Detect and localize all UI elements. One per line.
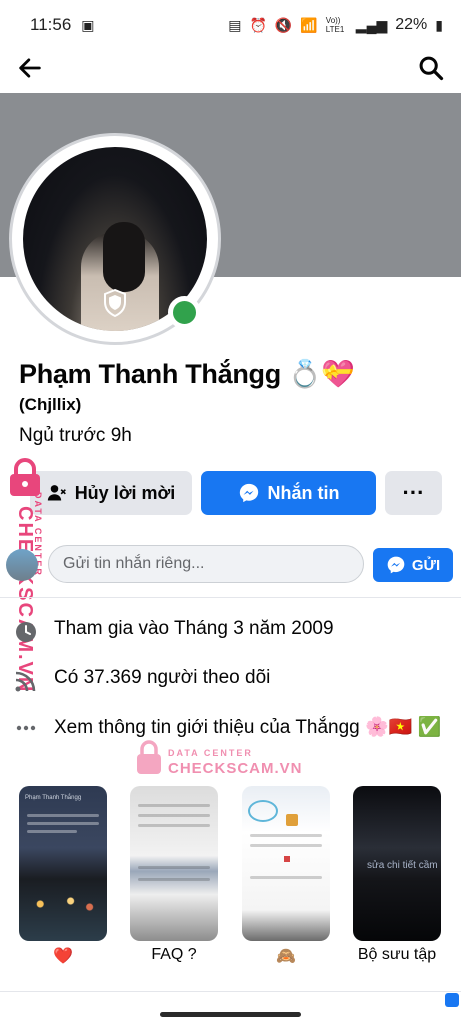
profile-name: Phạm Thanh Thắngg 💍💝: [19, 359, 355, 389]
message-placeholder: Gửi tin nhắn riêng...: [63, 555, 205, 572]
messenger-icon: [239, 483, 258, 503]
more-dots-icon: ···: [402, 480, 425, 505]
lock-watermark-mid-icon: [137, 740, 161, 774]
featured-story-3[interactable]: [242, 786, 330, 941]
story-overlay-text: sửa chi tiết cầm: [367, 860, 438, 871]
gallery-notification-icon: ▣: [81, 16, 95, 33]
more-horizontal-icon: [12, 714, 40, 742]
bottom-divider: [0, 991, 461, 992]
mute-icon: 🔇: [274, 16, 293, 33]
watermark-big-text: CHECKSCAM.VN: [14, 506, 36, 694]
section-divider: [0, 597, 461, 598]
send-message-button[interactable]: GỬI: [373, 548, 453, 582]
online-status-dot: [168, 296, 201, 329]
featured-story-4[interactable]: sửa chi tiết cầm: [353, 786, 441, 941]
status-bar: 11:56 ▣ ▤ ⏰ 🔇 📶 Vo)) LTE1 ▂▄▆ 22% ▮: [0, 0, 461, 50]
checkscam-watermark-middle: DATA CENTER CHECKSCAM.VN: [136, 740, 302, 780]
story-post-title: Phạm Thanh Thắngg: [25, 795, 82, 801]
clock-icon: [12, 618, 40, 646]
my-avatar: [6, 549, 38, 581]
cancel-request-label: Hủy lời mời: [74, 482, 176, 503]
signal-icon: ▂▄▆: [355, 16, 388, 33]
featured-story-2[interactable]: [130, 786, 218, 941]
story-label-2: FAQ ?: [151, 946, 197, 963]
status-icons: ▤ ⏰ 🔇 📶 Vo)) LTE1 ▂▄▆ 22% ▮: [228, 16, 443, 34]
private-message-input[interactable]: Gửi tin nhắn riêng...: [48, 545, 364, 583]
cancel-friend-request-button[interactable]: Hủy lời mời: [30, 471, 192, 515]
rss-followers-icon: [12, 667, 40, 695]
network-label: Vo)) LTE1: [325, 16, 345, 34]
profile-nickname: (Chjllix): [19, 395, 82, 414]
story-label-3: 🙈: [276, 948, 296, 965]
alarm-icon: ⏰: [249, 16, 267, 33]
send-label: GỬI: [411, 556, 441, 574]
story-label-4: Bộ sưu tập: [357, 946, 437, 963]
watermark-mid-big: CHECKSCAM.VN: [168, 760, 303, 777]
message-button[interactable]: Nhắn tin: [201, 471, 376, 515]
folder-notification-icon: ▤: [228, 16, 242, 33]
more-options-button[interactable]: ···: [385, 471, 442, 515]
profile-guard-shield-icon: [104, 289, 126, 317]
see-about-info-row[interactable]: Xem thông tin giới thiệu của Thắngg 🌸🇻🇳 …: [12, 714, 452, 742]
battery-icon: ▮: [435, 16, 443, 33]
messenger-send-icon: [387, 556, 405, 574]
corner-notification-badge: [445, 993, 459, 1007]
joined-info-row: Tham gia vào Tháng 3 năm 2009: [12, 618, 334, 646]
back-arrow-icon[interactable]: [16, 54, 44, 87]
followers-text: Có 37.369 người theo dõi: [54, 667, 271, 688]
message-button-label: Nhắn tin: [267, 482, 340, 503]
watermark-mid-small: DATA CENTER: [168, 748, 253, 758]
followers-info-row[interactable]: Có 37.369 người theo dõi: [12, 667, 270, 695]
lock-watermark-icon: [10, 458, 40, 496]
home-indicator[interactable]: [160, 1012, 301, 1017]
wifi-icon: 📶: [300, 16, 318, 33]
joined-text: Tham gia vào Tháng 3 năm 2009: [54, 618, 334, 639]
person-cancel-icon: [47, 485, 66, 501]
search-icon[interactable]: [417, 54, 445, 87]
top-navigation-bar: [0, 48, 461, 92]
status-time: 11:56: [30, 15, 72, 34]
battery-percent: 22%: [395, 16, 428, 33]
story-label-1: ❤️: [53, 948, 73, 965]
last-active-status: Ngủ trước 9h: [19, 425, 132, 446]
see-about-text: Xem thông tin giới thiệu của Thắngg 🌸🇻🇳 …: [54, 717, 442, 738]
featured-story-1[interactable]: Phạm Thanh Thắngg: [19, 786, 107, 941]
private-message-row: Gửi tin nhắn riêng... GỬI: [0, 545, 461, 585]
